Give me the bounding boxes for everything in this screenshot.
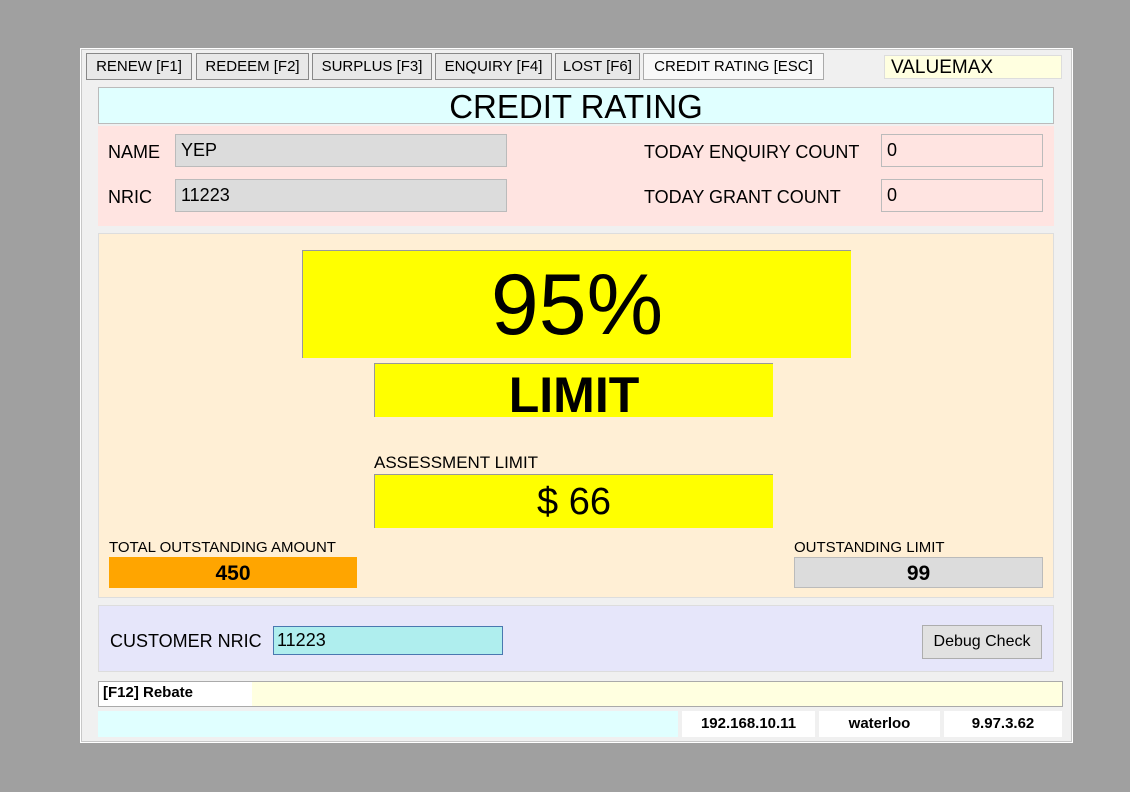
assessment-limit-value: $ 66 <box>374 474 773 528</box>
status-location: waterloo <box>819 711 940 737</box>
page-title: CREDIT RATING <box>98 87 1054 125</box>
outstanding-limit-label: OUTSTANDING LIMIT <box>794 539 945 556</box>
tab-lost[interactable]: LOST [F6] <box>555 53 640 80</box>
customer-nric-label: CUSTOMER NRIC <box>110 631 262 651</box>
rating-percent: 95% <box>302 250 851 358</box>
enquiry-count-label: TODAY ENQUIRY COUNT <box>644 142 860 162</box>
tab-enquiry[interactable]: ENQUIRY [F4] <box>435 53 552 80</box>
status-version: 9.97.3.62 <box>944 711 1062 737</box>
status-ip: 192.168.10.11 <box>682 711 815 737</box>
rebate-hotkey[interactable]: [F12] Rebate <box>99 682 252 706</box>
grant-count-label: TODAY GRANT COUNT <box>644 187 841 207</box>
rating-status: LIMIT <box>374 363 773 423</box>
outstanding-limit-value: 99 <box>794 557 1043 588</box>
nric-label: NRIC <box>108 187 152 207</box>
tab-credit-rating[interactable]: CREDIT RATING [ESC] <box>643 53 824 80</box>
tab-surplus[interactable]: SURPLUS [F3] <box>312 53 432 80</box>
name-field: YEP <box>175 134 507 167</box>
tab-redeem[interactable]: REDEEM [F2] <box>196 53 309 80</box>
total-outstanding-label: TOTAL OUTSTANDING AMOUNT <box>109 539 336 556</box>
status-message <box>98 711 678 737</box>
total-outstanding-value: 450 <box>109 557 357 588</box>
nric-field: 11223 <box>175 179 507 212</box>
brand-label: VALUEMAX <box>884 55 1062 79</box>
name-label: NAME <box>108 142 161 162</box>
debug-check-button[interactable]: Debug Check <box>922 625 1042 659</box>
customer-nric-input[interactable] <box>273 626 503 655</box>
tab-renew[interactable]: RENEW [F1] <box>86 53 192 80</box>
assessment-limit-label: ASSESSMENT LIMIT <box>374 453 539 472</box>
enquiry-count-field: 0 <box>881 134 1043 167</box>
grant-count-field: 0 <box>881 179 1043 212</box>
